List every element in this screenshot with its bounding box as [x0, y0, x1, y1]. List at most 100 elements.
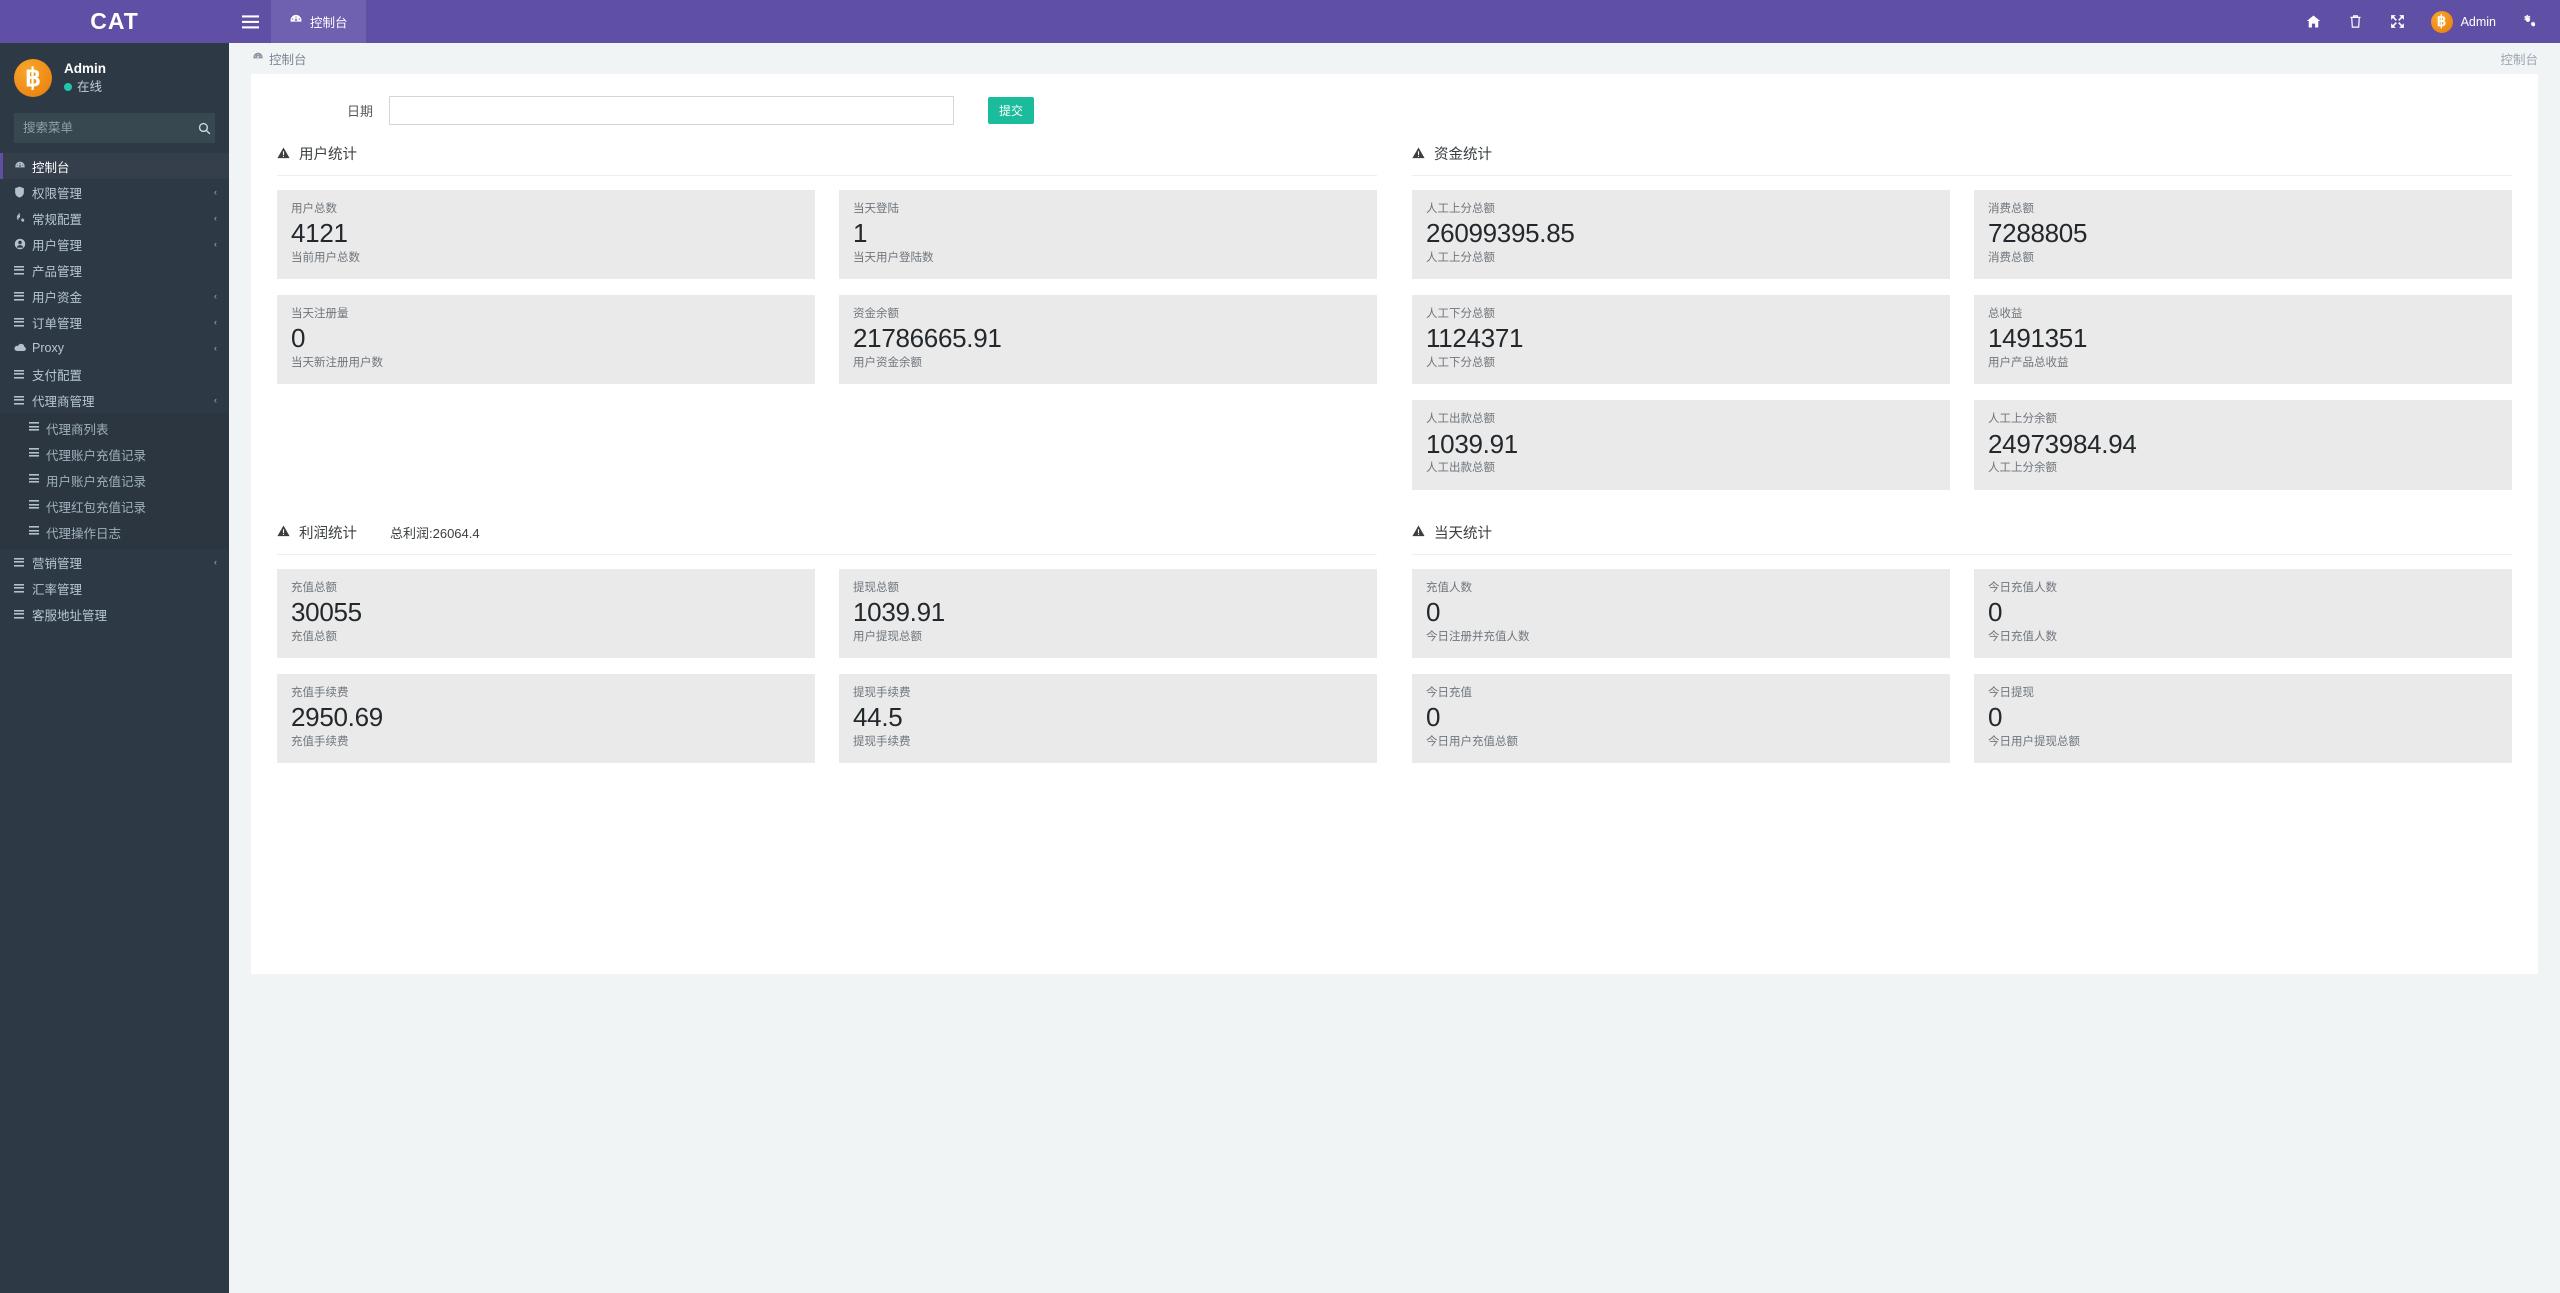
sidebar-item-9[interactable]: 代理商管理 ‹ — [0, 387, 229, 413]
stat-card-desc: 今日充值人数 — [1988, 630, 2057, 643]
sidebar-subitem-3[interactable]: 代理红包充值记录 — [0, 493, 229, 519]
online-status-dot-icon — [64, 83, 72, 92]
stat-card-label: 提现总额 — [853, 581, 899, 594]
stat-card: 总收益 1491351 用户产品总收益 — [1974, 295, 2512, 385]
navbar-user-menu[interactable]: ฿ Admin — [2419, 0, 2508, 43]
stat-card-label: 人工下分总额 — [1426, 308, 1495, 321]
list-icon — [14, 265, 32, 275]
panel-user_stats: 用户统计 用户总数 4121 当前用户总数 当天登陆 1 当天用户登陆数 当天注册量 0 当天新注… — [277, 139, 1377, 480]
sidebar-item-after-2[interactable]: 客服地址管理 — [0, 601, 229, 627]
app-logo[interactable]: CAT — [0, 0, 229, 43]
navbar-spacer — [366, 0, 2293, 43]
sidebar-user-status: 在线 — [64, 79, 106, 96]
stat-card-desc: 今日用户提现总额 — [1988, 735, 2080, 748]
sidebar-item-8[interactable]: 支付配置 — [0, 361, 229, 387]
menu-toggle-icon[interactable] — [229, 0, 271, 43]
sidebar-item-after-1[interactable]: 汇率管理 — [0, 575, 229, 601]
list-icon — [29, 422, 46, 434]
stat-card-desc: 提现手续费 — [853, 735, 911, 748]
search-icon[interactable] — [193, 113, 215, 143]
stat-card-label: 充值人数 — [1426, 581, 1472, 594]
sidebar-subitem-label: 代理账户充值记录 — [46, 448, 147, 463]
stat-card-value: 21786665.91 — [853, 323, 1002, 354]
stat-grid: 人工上分总额 26099395.85 人工上分总额 消费总额 7288805 消费总额 人工… — [1412, 190, 2512, 490]
stat-card-value: 0 — [1988, 596, 2003, 627]
warning-triangle-icon — [277, 525, 290, 539]
tab-dashboard[interactable]: 控制台 — [271, 0, 366, 43]
stat-card-desc: 用户资金余额 — [853, 357, 922, 370]
stat-card: 资金余额 21786665.91 用户资金余额 — [839, 295, 1377, 385]
sidebar-item-3[interactable]: 用户管理 ‹ — [0, 231, 229, 257]
panel-title: 资金统计 — [1434, 147, 1492, 163]
home-icon[interactable] — [2293, 0, 2335, 43]
stat-card-desc: 当天用户登陆数 — [853, 251, 934, 264]
panel-title: 当天统计 — [1434, 525, 1492, 542]
sidebar-subitem-4[interactable]: 代理操作日志 — [0, 519, 229, 545]
stat-card: 消费总额 7288805 消费总额 — [1974, 190, 2512, 280]
sidebar: CAT ฿ Admin 在线 控制台权限管理 ‹ 常规配置 ‹ 用户管理 ‹ 产品管理用户资… — [0, 0, 229, 1293]
stat-card-value: 7288805 — [1988, 218, 2088, 249]
sidebar-user-status-label: 在线 — [77, 79, 103, 94]
stat-card-value: 30055 — [291, 596, 362, 627]
sidebar-item-7[interactable]: Proxy ‹ — [0, 335, 229, 361]
sidebar-item-1[interactable]: 权限管理 ‹ — [0, 179, 229, 205]
top-navbar: 控制台 ฿ Admin — [229, 0, 2560, 43]
chevron-left-icon: ‹ — [214, 187, 217, 197]
fullscreen-icon[interactable] — [2377, 0, 2419, 43]
date-filter-label: 日期 — [346, 104, 373, 119]
sidebar-item-label: 用户管理 — [32, 238, 83, 253]
chevron-left-icon: ‹ — [214, 213, 217, 223]
stat-card-desc: 用户提现总额 — [853, 630, 922, 643]
search-input[interactable] — [14, 121, 193, 135]
stat-card-value: 1039.91 — [1426, 428, 1518, 459]
list-icon — [14, 583, 32, 593]
sidebar-subitem-label: 代理商列表 — [46, 422, 109, 437]
stat-card-value: 0 — [1988, 702, 2003, 733]
stat-card-value: 1 — [853, 218, 868, 249]
stat-card: 人工出款总额 1039.91 人工出款总额 — [1412, 400, 1950, 490]
gear-icon[interactable] — [2508, 0, 2550, 43]
stat-card: 当天登陆 1 当天用户登陆数 — [839, 190, 1377, 280]
search-box[interactable] — [14, 113, 215, 143]
sidebar-item-label: 常规配置 — [32, 212, 83, 227]
stat-card-desc: 人工上分总额 — [1426, 251, 1495, 264]
stat-card-label: 消费总额 — [1988, 203, 2034, 215]
submit-button[interactable]: 提交 — [988, 97, 1035, 124]
sidebar-subitem-0[interactable]: 代理商列表 — [0, 415, 229, 441]
trash-icon[interactable] — [2335, 0, 2377, 43]
list-icon — [14, 369, 32, 379]
sidebar-item-0[interactable]: 控制台 — [0, 153, 229, 179]
cloud-icon — [14, 343, 32, 353]
sidebar-item-4[interactable]: 产品管理 — [0, 257, 229, 283]
stat-grid: 充值人数 0 今日注册并充值人数 今日充值人数 0 今日充值人数 今日充值 0 今日用户充值总额… — [1412, 568, 2512, 764]
sidebar-subitem-2[interactable]: 用户账户充值记录 — [0, 467, 229, 493]
sidebar-subitem-label: 代理操作日志 — [46, 526, 122, 541]
sidebar-user-panel[interactable]: ฿ Admin 在线 — [0, 43, 229, 113]
stat-card: 提现手续费 44.5 提现手续费 — [839, 673, 1377, 764]
stat-card-label: 提现手续费 — [853, 686, 911, 699]
panel-header: 资金统计 — [1412, 139, 2512, 176]
date-input[interactable] — [389, 96, 954, 125]
bitcoin-avatar-icon: ฿ — [2430, 10, 2453, 33]
stat-card: 今日充值人数 0 今日充值人数 — [1974, 568, 2512, 658]
sidebar-item-2[interactable]: 常规配置 ‹ — [0, 205, 229, 231]
sidebar-item-6[interactable]: 订单管理 ‹ — [0, 309, 229, 335]
sidebar-item-label: 汇率管理 — [32, 582, 83, 597]
stat-card-desc: 用户产品总收益 — [1988, 357, 2069, 370]
sidebar-item-after-0[interactable]: 营销管理 ‹ — [0, 549, 229, 575]
sidebar-subitem-label: 用户账户充值记录 — [46, 474, 147, 489]
chevron-left-icon: ‹ — [214, 317, 217, 327]
sidebar-item-label: 订单管理 — [32, 316, 83, 331]
sidebar-item-5[interactable]: 用户资金 ‹ — [0, 283, 229, 309]
bitcoin-avatar-icon: ฿ — [14, 59, 52, 97]
panel-profit_stats: 利润统计 总利润:26064.4 充值总额 30055 充值总额 提现总额 1039.91 用… — [277, 518, 1377, 764]
breadcrumb: 控制台 控制台 — [229, 43, 2560, 74]
stat-card-value: 0 — [1426, 596, 1441, 627]
dashboard-icon — [14, 160, 32, 172]
navbar-user-name: Admin — [2460, 14, 2496, 29]
stat-card: 充值手续费 2950.69 充值手续费 — [277, 673, 815, 764]
stat-card-desc: 充值总额 — [291, 630, 337, 643]
stat-card-desc: 当前用户总数 — [291, 251, 360, 264]
sidebar-subitem-1[interactable]: 代理账户充值记录 — [0, 441, 229, 467]
chevron-left-icon: ‹ — [214, 239, 217, 249]
